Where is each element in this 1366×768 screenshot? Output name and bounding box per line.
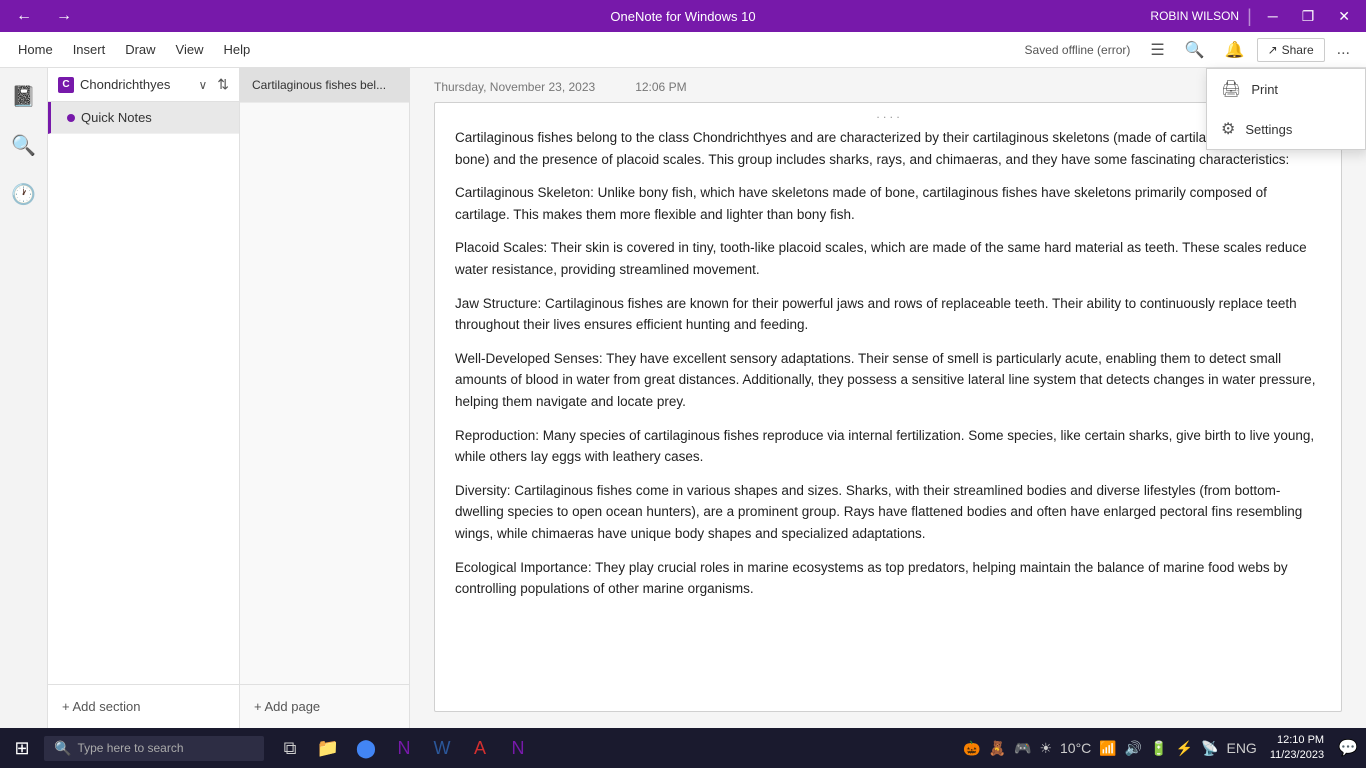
- clock-time: 12:10 PM: [1270, 733, 1324, 748]
- save-status: Saved offline (error): [1025, 43, 1131, 57]
- maximize-button[interactable]: ❐: [1294, 6, 1323, 27]
- share-button[interactable]: ↗ Share: [1257, 38, 1325, 62]
- tray-emoji: 🎃: [960, 738, 983, 759]
- dropdown-menu: 🖨 Print ⚙ Settings: [1206, 68, 1366, 150]
- page-dot: [67, 114, 75, 122]
- taskbar-word[interactable]: W: [424, 730, 460, 766]
- note-paragraph-2: Placoid Scales: Their skin is covered in…: [455, 237, 1321, 280]
- search-placeholder[interactable]: Type here to search: [77, 741, 183, 755]
- tray-icon-2: 🧸: [986, 738, 1009, 759]
- back-button[interactable]: ←: [8, 3, 40, 29]
- page-item-quicknotes[interactable]: Quick Notes: [48, 102, 239, 134]
- system-tray: 🎃 🧸 🎮 ☀ 10°C 📶 🔊 🔋 ⚡ 📡 ENG: [960, 738, 1260, 759]
- note-container[interactable]: . . . . ⇔ Cartilaginous fishes belong to…: [434, 102, 1342, 712]
- sidebar-toggle-button[interactable]: ☰: [1142, 36, 1172, 64]
- search-button[interactable]: 🔍: [1177, 36, 1213, 64]
- title-bar: ← → OneNote for Windows 10 ROBIN WILSON …: [0, 0, 1366, 32]
- notifications-button[interactable]: 🔔: [1217, 36, 1253, 64]
- note-paragraph-3: Jaw Structure: Cartilaginous fishes are …: [455, 293, 1321, 336]
- note-paragraph-0: Cartilaginous fishes belong to the class…: [455, 127, 1321, 170]
- temp-display: 10°C: [1057, 738, 1094, 758]
- app-title: OneNote for Windows 10: [610, 9, 755, 24]
- tray-bluetooth: ⚡: [1173, 738, 1196, 759]
- add-page-button[interactable]: + Add page: [250, 695, 324, 718]
- settings-label: Settings: [1245, 122, 1292, 137]
- share-icon: ↗: [1268, 43, 1278, 57]
- taskbar-chrome[interactable]: ⬤: [348, 730, 384, 766]
- menu-help[interactable]: Help: [214, 36, 261, 63]
- pages-list: Quick Notes: [48, 102, 239, 684]
- content-area: Thursday, November 23, 2023 12:06 PM . .…: [410, 68, 1366, 728]
- clock-date: 11/23/2023: [1270, 748, 1324, 763]
- notebook-dropdown-icon[interactable]: ∨: [198, 78, 207, 92]
- page-list-panel: Cartilaginous fishes bel... + Add page: [240, 68, 410, 728]
- print-icon: 🖨: [1221, 79, 1241, 99]
- notebooks-icon[interactable]: 📓: [3, 76, 44, 117]
- tray-icon-3: 🎮: [1011, 738, 1034, 759]
- taskbar-file-explorer[interactable]: 📁: [310, 730, 346, 766]
- recent-icon[interactable]: 🕐: [3, 174, 44, 215]
- close-button[interactable]: ✕: [1330, 6, 1358, 27]
- notebook-icon: C: [58, 77, 74, 93]
- note-toolbar: . . . .: [876, 107, 899, 121]
- taskbar-search[interactable]: 🔍 Type here to search: [44, 736, 264, 761]
- note-paragraph-7: Ecological Importance: They play crucial…: [455, 557, 1321, 600]
- note-paragraph-6: Diversity: Cartilaginous fishes come in …: [455, 480, 1321, 545]
- taskbar-taskview[interactable]: ⧉: [272, 730, 308, 766]
- tray-volume: 🔊: [1122, 738, 1145, 759]
- note-paragraph-5: Reproduction: Many species of cartilagin…: [455, 425, 1321, 468]
- print-label: Print: [1251, 82, 1278, 97]
- system-clock[interactable]: 12:10 PM 11/23/2023: [1264, 733, 1330, 764]
- tray-icon-misc: 📶: [1096, 738, 1119, 759]
- menu-home[interactable]: Home: [8, 36, 63, 63]
- page-date: Thursday, November 23, 2023: [434, 80, 595, 94]
- weather-icon: ☀: [1036, 738, 1055, 759]
- settings-icon: ⚙: [1221, 119, 1235, 139]
- taskbar-onenote2[interactable]: N: [500, 730, 536, 766]
- dropdown-settings[interactable]: ⚙ Settings: [1207, 109, 1365, 149]
- notebook-title[interactable]: Chondrichthyes: [80, 77, 170, 92]
- start-button[interactable]: ⊞: [4, 730, 40, 766]
- minimize-button[interactable]: ─: [1260, 6, 1286, 26]
- windows-icon: ⊞: [14, 738, 29, 759]
- notification-button[interactable]: 💬: [1334, 734, 1362, 762]
- language-indicator: ENG: [1223, 738, 1259, 758]
- taskbar-right: 🎃 🧸 🎮 ☀ 10°C 📶 🔊 🔋 ⚡ 📡 ENG 12:10 PM 11/2…: [960, 733, 1362, 764]
- section-footer: + Add section: [48, 684, 239, 728]
- main-layout: 📓 🔍 🕐 C Chondrichthyes ∨ ⇅ Quick Notes +…: [0, 68, 1366, 728]
- menu-insert[interactable]: Insert: [63, 36, 116, 63]
- menu-draw[interactable]: Draw: [115, 36, 165, 63]
- taskbar: ⊞ 🔍 Type here to search ⧉ 📁 ⬤ N W A N 🎃 …: [0, 728, 1366, 768]
- taskbar-onenote[interactable]: N: [386, 730, 422, 766]
- page-list-item[interactable]: Cartilaginous fishes bel...: [240, 68, 409, 103]
- add-section-button[interactable]: + Add section: [58, 695, 229, 718]
- user-name: ROBIN WILSON: [1150, 9, 1239, 23]
- section-header: C Chondrichthyes ∨ ⇅: [48, 68, 239, 102]
- notebook-nav: 📓 🔍 🕐: [0, 68, 48, 728]
- tray-wifi: 📡: [1198, 738, 1221, 759]
- note-paragraph-1: Cartilaginous Skeleton: Unlike bony fish…: [455, 182, 1321, 225]
- menu-bar: Home Insert Draw View Help Saved offline…: [0, 32, 1366, 68]
- note-paragraph-4: Well-Developed Senses: They have excelle…: [455, 348, 1321, 413]
- section-panel: C Chondrichthyes ∨ ⇅ Quick Notes + Add s…: [48, 68, 240, 728]
- forward-button[interactable]: →: [48, 3, 80, 29]
- dropdown-print[interactable]: 🖨 Print: [1207, 69, 1365, 109]
- note-content[interactable]: Cartilaginous fishes belong to the class…: [435, 103, 1341, 632]
- taskbar-apps: ⧉ 📁 ⬤ N W A N: [272, 730, 536, 766]
- page-time: 12:06 PM: [635, 80, 686, 94]
- menu-view[interactable]: View: [166, 36, 214, 63]
- sort-button[interactable]: ⇅: [217, 76, 229, 93]
- tray-battery: 🔋: [1147, 738, 1170, 759]
- more-options-button[interactable]: ...: [1329, 37, 1358, 63]
- taskbar-acrobat[interactable]: A: [462, 730, 498, 766]
- search-nav-icon[interactable]: 🔍: [3, 125, 44, 166]
- search-icon: 🔍: [54, 740, 71, 757]
- page-label: Quick Notes: [81, 110, 152, 125]
